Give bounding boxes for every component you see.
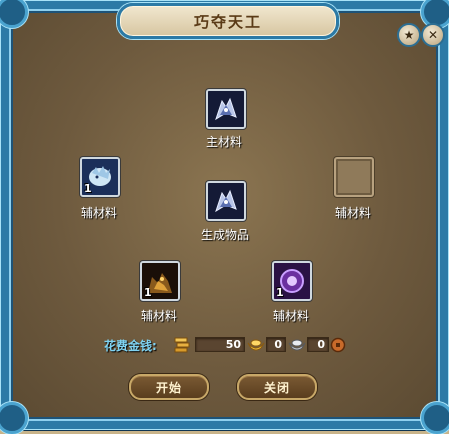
aux-material-label-bottom-left: 辅材料 xyxy=(140,309,178,323)
aux-material-label-right: 辅材料 xyxy=(334,206,372,220)
aux-material-slot-right[interactable] xyxy=(334,157,374,197)
star-icon: ★ xyxy=(403,28,415,42)
copper-coin-icon xyxy=(330,337,346,353)
item-quantity: 1 xyxy=(276,286,284,299)
item-quantity: 1 xyxy=(144,286,152,299)
start-button[interactable]: 开始 xyxy=(129,374,209,400)
gold-ingot-icon xyxy=(247,339,265,351)
main-material-label: 主材料 xyxy=(205,135,243,149)
result-item-slot[interactable] xyxy=(206,181,246,221)
frame-ornament-icon xyxy=(421,402,449,434)
item-quantity: 1 xyxy=(84,182,92,195)
silver-ingot-icon xyxy=(288,339,306,351)
close-button[interactable]: 关闭 xyxy=(237,374,317,400)
aux-material-label-bottom-right: 辅材料 xyxy=(272,309,310,323)
aux-material-label-left: 辅材料 xyxy=(80,206,118,220)
cost-label: 花费金钱: xyxy=(104,339,157,353)
coin-stack-icon xyxy=(174,337,190,353)
gold-amount-field: 50 xyxy=(195,337,245,352)
aux-material-slot-left[interactable]: 1 xyxy=(80,157,120,197)
star-button[interactable]: ★ xyxy=(397,23,421,47)
window-title: 巧夺天工 xyxy=(193,12,262,31)
aux-material-slot-bottom-left[interactable]: 1 xyxy=(140,261,180,301)
armor-icon xyxy=(208,91,244,127)
main-material-slot[interactable] xyxy=(206,89,246,129)
silver-amount-field: 0 xyxy=(266,337,286,352)
close-icon: ✕ xyxy=(427,28,439,42)
title-bar: 巧夺天工 xyxy=(117,3,339,39)
armor-icon xyxy=(208,183,244,219)
aux-material-slot-bottom-right[interactable]: 1 xyxy=(272,261,312,301)
close-window-button[interactable]: ✕ xyxy=(421,23,445,47)
copper-amount-field: 0 xyxy=(307,337,329,352)
result-item-label: 生成物品 xyxy=(200,228,250,242)
